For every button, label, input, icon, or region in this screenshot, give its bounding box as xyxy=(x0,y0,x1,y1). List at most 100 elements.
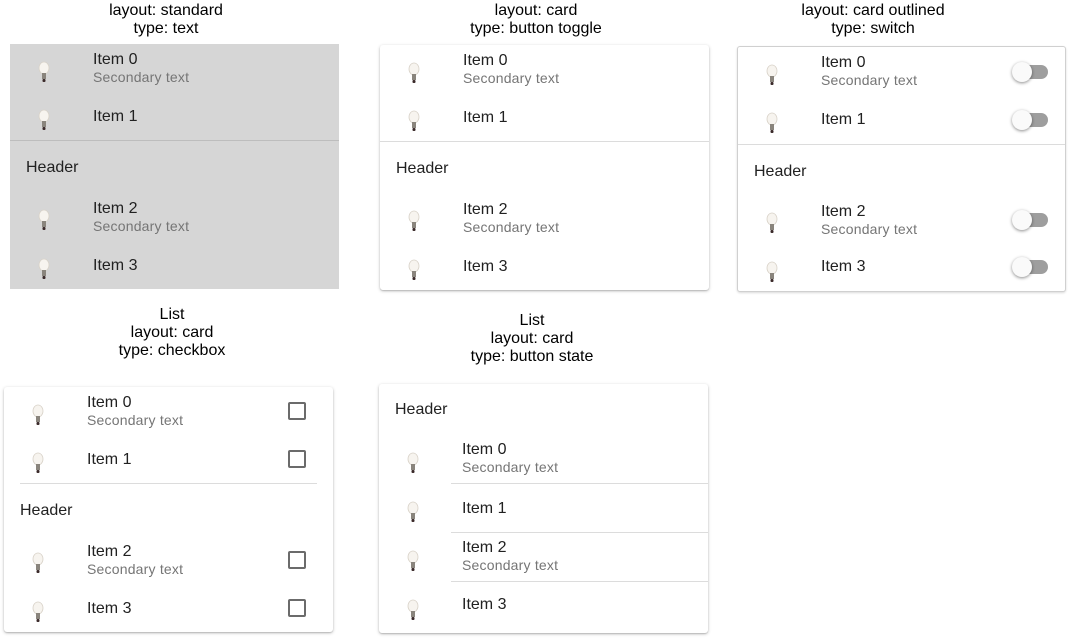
list-item[interactable]: Item 2 Secondary text xyxy=(10,192,339,241)
item-switch[interactable] xyxy=(1012,109,1048,131)
list-item-button[interactable]: Item 0 Secondary text xyxy=(379,435,708,483)
divider xyxy=(20,483,317,484)
list-item-toggle[interactable]: Item 1 xyxy=(380,93,709,141)
caption-line: layout: card xyxy=(130,324,214,341)
item-secondary-text: Secondary text xyxy=(93,69,190,85)
item-secondary-text: Secondary text xyxy=(463,70,560,86)
list-panel-card-outlined-switch: Item 0 Secondary text Item 1 Header Item… xyxy=(737,46,1066,292)
list-item-toggle[interactable]: Item 3 xyxy=(380,242,709,290)
item-checkbox[interactable] xyxy=(288,599,306,617)
item-secondary-text: Secondary text xyxy=(462,459,559,475)
lightbulb-icon xyxy=(762,63,782,87)
list-item[interactable]: Item 0 Secondary text xyxy=(4,387,333,435)
panel-caption: layout: card type: button toggle xyxy=(380,2,692,38)
list-header: Header xyxy=(396,160,449,177)
list-panel-standard-text: Item 0 Secondary text Item 1 Header Item… xyxy=(10,44,339,289)
list-item[interactable]: Item 0 Secondary text xyxy=(738,47,1065,95)
list-item[interactable]: Item 0 Secondary text xyxy=(10,44,339,92)
list-item-button[interactable]: Item 3 xyxy=(379,582,708,630)
lightbulb-icon xyxy=(28,451,48,475)
caption-line: layout: card xyxy=(494,2,578,19)
list-panel-card-button-toggle: Item 0 Secondary text Item 1 Header Item… xyxy=(380,45,709,290)
lightbulb-icon xyxy=(404,61,424,85)
item-checkbox[interactable] xyxy=(288,551,306,569)
list-item-button[interactable]: Item 2 Secondary text xyxy=(379,533,708,581)
list-item-button[interactable]: Item 1 xyxy=(379,484,708,532)
item-primary-text: Item 3 xyxy=(821,258,866,275)
item-primary-text: Item 1 xyxy=(821,111,866,128)
caption-line: layout: card outlined xyxy=(801,2,945,19)
caption-line: List xyxy=(159,306,185,323)
lightbulb-icon xyxy=(403,500,423,524)
lightbulb-icon xyxy=(34,257,54,281)
lightbulb-icon xyxy=(28,403,48,427)
lightbulb-icon xyxy=(404,258,424,282)
list-item[interactable]: Item 1 xyxy=(738,95,1065,143)
item-checkbox[interactable] xyxy=(288,402,306,420)
panel-caption: List layout: card type: checkbox xyxy=(16,306,328,360)
list-item[interactable]: Item 2 Secondary text xyxy=(738,195,1065,244)
item-primary-text: Item 1 xyxy=(93,108,138,125)
list-item-toggle[interactable]: Item 2 Secondary text xyxy=(380,193,709,242)
item-primary-text: Item 2 xyxy=(463,201,508,218)
caption-line: type: text xyxy=(133,20,199,37)
item-secondary-text: Secondary text xyxy=(462,557,559,573)
list-header: Header xyxy=(26,159,79,176)
divider xyxy=(738,144,1065,145)
caption-line: type: switch xyxy=(831,20,915,37)
list-item[interactable]: Item 1 xyxy=(10,92,339,140)
lightbulb-icon xyxy=(404,109,424,133)
list-item[interactable]: Item 3 xyxy=(738,244,1065,291)
caption-line: type: checkbox xyxy=(118,342,226,359)
item-secondary-text: Secondary text xyxy=(87,561,184,577)
item-primary-text: Item 3 xyxy=(87,600,132,617)
list-header: Header xyxy=(754,163,807,180)
item-primary-text: Item 3 xyxy=(463,258,508,275)
list-item[interactable]: Item 3 xyxy=(4,584,333,632)
caption-line: type: button toggle xyxy=(470,20,602,37)
caption-line: layout: standard xyxy=(109,2,223,19)
item-secondary-text: Secondary text xyxy=(821,221,918,237)
item-primary-text: Item 2 xyxy=(462,539,507,556)
lightbulb-icon xyxy=(403,598,423,622)
item-primary-text: Item 0 xyxy=(463,52,508,69)
item-primary-text: Item 2 xyxy=(87,543,132,560)
divider xyxy=(380,141,709,142)
item-switch[interactable] xyxy=(1012,256,1048,278)
item-primary-text: Item 0 xyxy=(821,54,866,71)
divider xyxy=(10,140,339,141)
item-switch[interactable] xyxy=(1012,61,1048,83)
lightbulb-icon xyxy=(403,549,423,573)
item-primary-text: Item 1 xyxy=(463,109,508,126)
lightbulb-icon xyxy=(762,260,782,284)
lightbulb-icon xyxy=(34,108,54,132)
item-checkbox[interactable] xyxy=(288,450,306,468)
lightbulb-icon xyxy=(28,600,48,624)
item-primary-text: Item 3 xyxy=(93,257,138,274)
list-item[interactable]: Item 3 xyxy=(10,241,339,289)
list-header: Header xyxy=(20,502,73,519)
item-primary-text: Item 1 xyxy=(462,500,507,517)
list-item-toggle[interactable]: Item 0 Secondary text xyxy=(380,45,709,93)
item-primary-text: Item 3 xyxy=(462,596,507,613)
panel-caption: layout: standard type: text xyxy=(10,2,322,38)
caption-line: List xyxy=(519,312,545,329)
list-item[interactable]: Item 2 Secondary text xyxy=(4,535,333,584)
panel-caption: layout: card outlined type: switch xyxy=(717,2,1029,38)
item-secondary-text: Secondary text xyxy=(93,218,190,234)
item-switch[interactable] xyxy=(1012,209,1048,231)
item-primary-text: Item 2 xyxy=(93,200,138,217)
list-panel-card-button-state: Header Item 0 Secondary text Item 1 Item… xyxy=(379,384,708,633)
item-primary-text: Item 2 xyxy=(821,203,866,220)
lightbulb-icon xyxy=(34,208,54,232)
item-primary-text: Item 1 xyxy=(87,451,132,468)
item-primary-text: Item 0 xyxy=(462,441,507,458)
lightbulb-icon xyxy=(404,209,424,233)
item-secondary-text: Secondary text xyxy=(463,219,560,235)
list-item[interactable]: Item 1 xyxy=(4,435,333,483)
lightbulb-icon xyxy=(403,451,423,475)
lightbulb-icon xyxy=(28,551,48,575)
panel-caption: List layout: card type: button state xyxy=(376,312,688,366)
item-secondary-text: Secondary text xyxy=(87,412,184,428)
list-header: Header xyxy=(395,401,448,418)
